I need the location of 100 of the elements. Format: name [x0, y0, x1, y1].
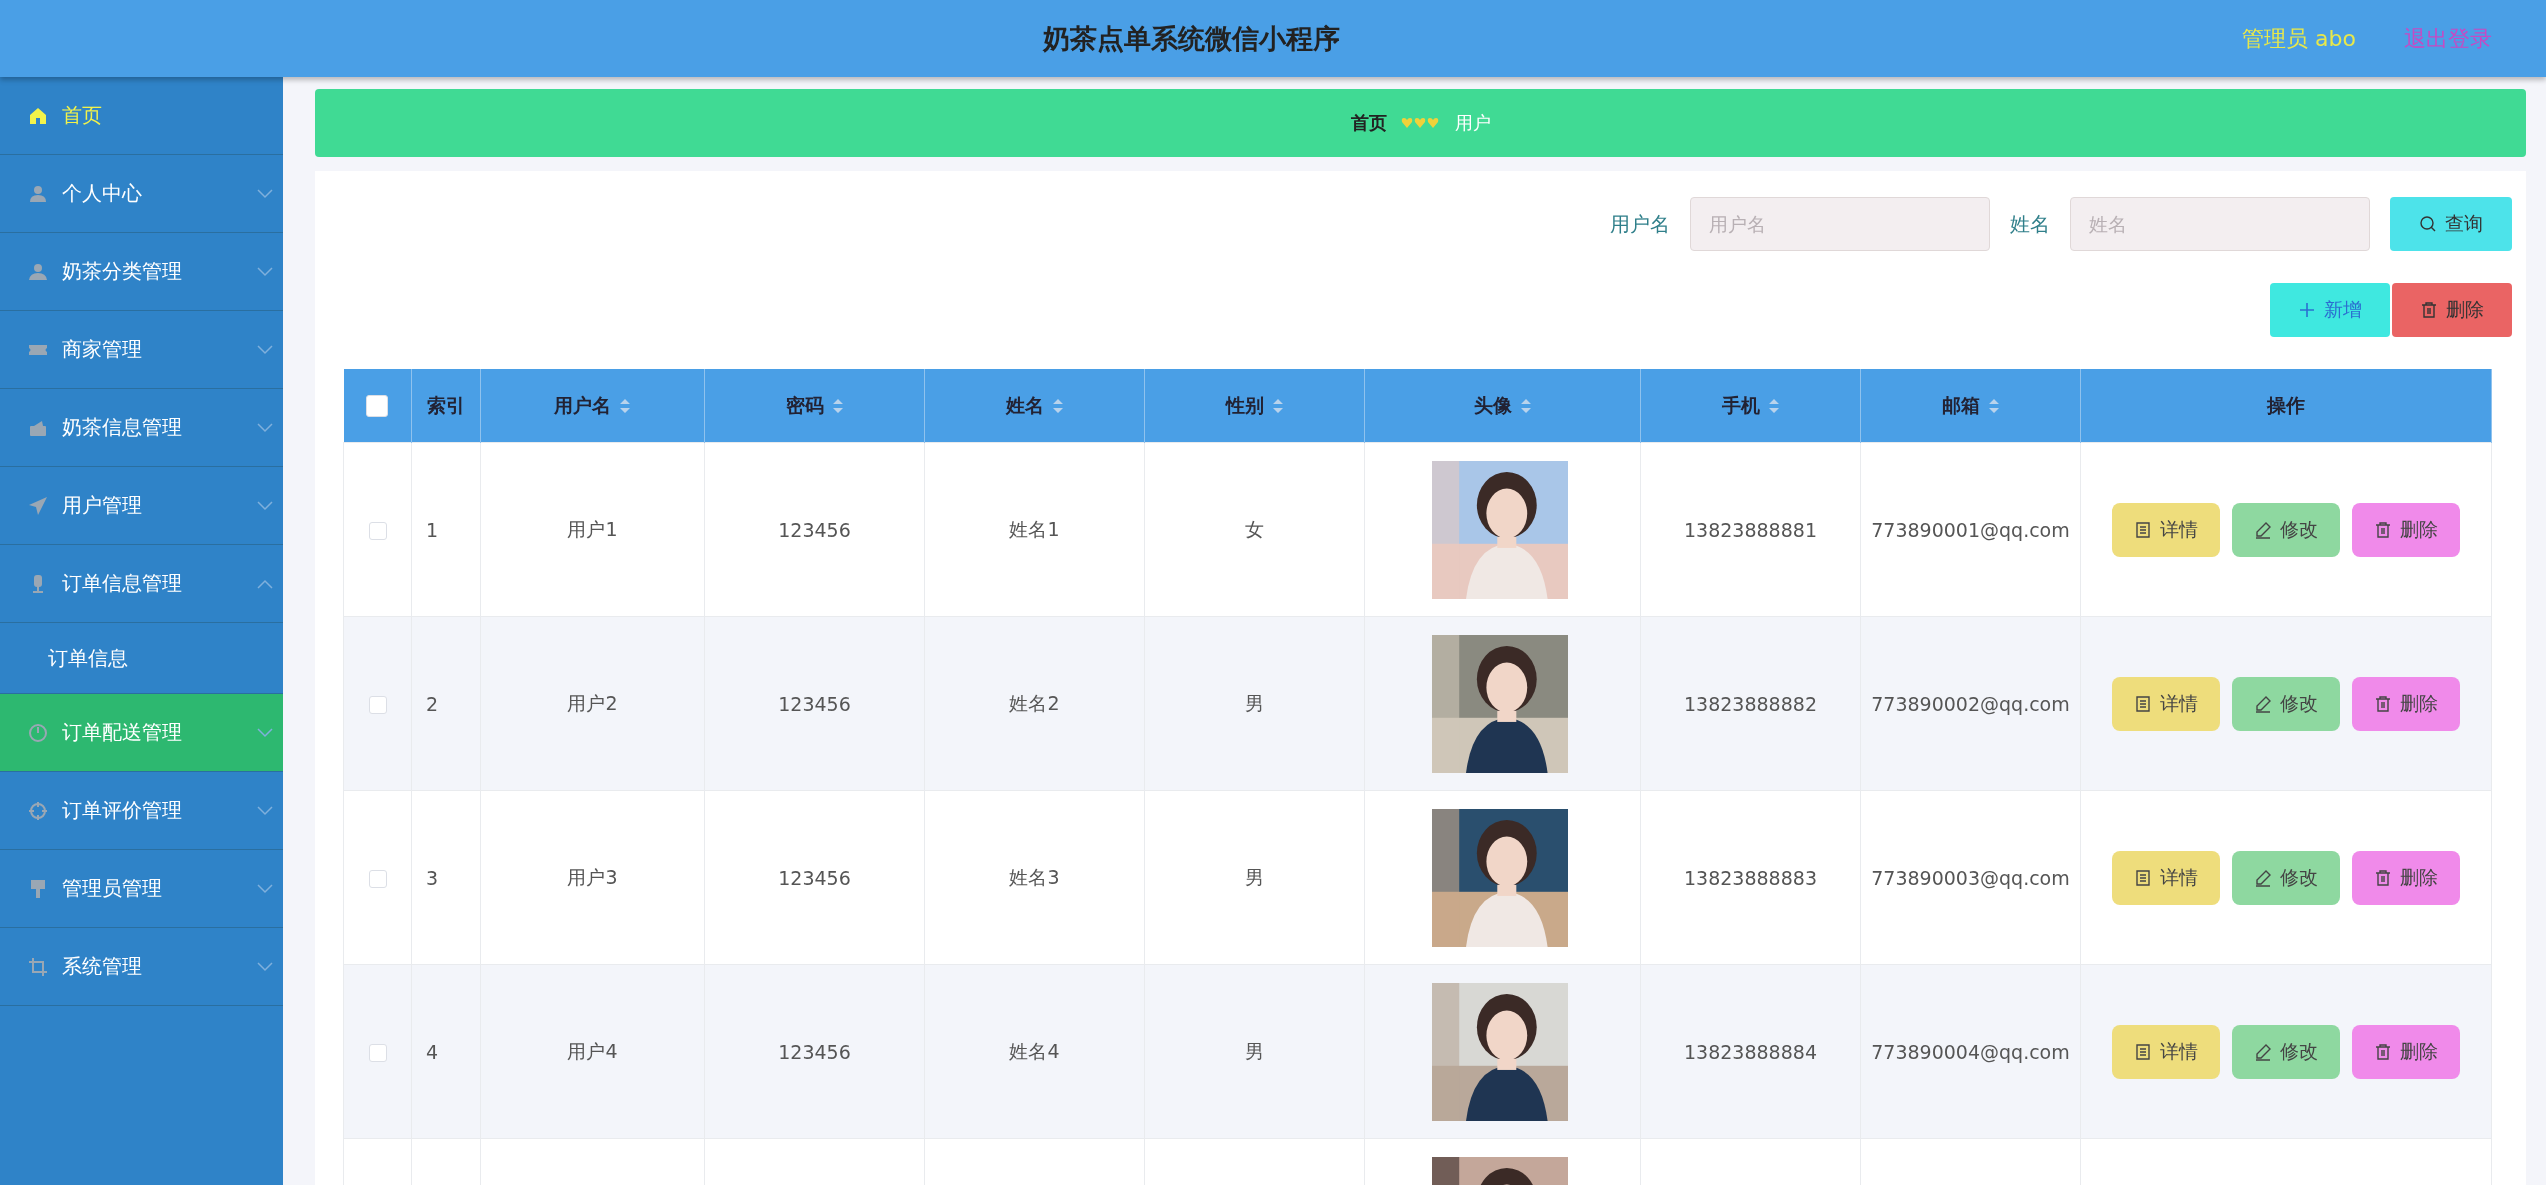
sidebar-item[interactable]: 奶茶信息管理: [0, 389, 283, 467]
sidebar-item[interactable]: 商家管理: [0, 311, 283, 389]
paper-plane-icon: [28, 495, 48, 516]
chevron-icon: [257, 188, 273, 199]
pencil-icon: [2254, 1042, 2272, 1061]
table-cell: 123456: [778, 518, 851, 541]
table-cell: 男: [1245, 691, 1264, 714]
column-header[interactable]: 姓名: [1005, 392, 1044, 419]
sidebar-item[interactable]: 系统管理: [0, 928, 283, 1006]
trash-icon: [2374, 520, 2392, 539]
person-icon: [28, 183, 48, 204]
pencil-icon: [2254, 520, 2272, 539]
table-cell: 3: [426, 866, 439, 889]
table-cell: 773890003@qq.com: [1871, 866, 2070, 889]
search-button[interactable]: 查询: [2390, 197, 2512, 251]
table-cell: 用户4: [567, 1039, 618, 1062]
delete-button[interactable]: 删除: [2392, 283, 2512, 337]
table-cell: 2: [426, 692, 439, 715]
search-field[interactable]: 姓名: [2070, 197, 2370, 251]
detail-button[interactable]: 详情: [2112, 502, 2220, 557]
sort-icon[interactable]: [831, 397, 844, 414]
table-cell: 13823888884: [1684, 1040, 1817, 1063]
column-header[interactable]: 手机: [1721, 392, 1760, 419]
plus-icon: [2298, 301, 2316, 319]
sort-icon[interactable]: [1051, 397, 1064, 414]
column-header[interactable]: 密码: [785, 392, 824, 419]
table-cell: 123456: [778, 866, 851, 889]
delete-button[interactable]: 删除: [2352, 850, 2460, 905]
sidebar-item[interactable]: 用户管理: [0, 467, 283, 545]
sidebar-item[interactable]: 奶茶分类管理: [0, 233, 283, 311]
pencil-icon: [2254, 694, 2272, 713]
app-title: 奶茶点单系统微信小程序: [1041, 21, 1341, 56]
sidebar-item[interactable]: 管理员管理: [0, 850, 283, 928]
chevron-icon: [257, 344, 273, 355]
table-cell: 姓名1: [1009, 517, 1060, 540]
table-cell: 男: [1245, 1039, 1264, 1062]
table-cell: 姓名2: [1009, 691, 1060, 714]
table-cell: 4: [426, 1040, 439, 1063]
row-checkbox[interactable]: [368, 1044, 387, 1062]
pencil-icon: [2254, 868, 2272, 887]
chevron-icon: [257, 883, 273, 894]
table-cell: 女: [1245, 517, 1264, 540]
table-cell: 用户1: [567, 517, 618, 540]
chevron-icon: [257, 266, 273, 277]
table-cell: 773890002@qq.com: [1871, 692, 2070, 715]
field-label: 姓名: [2010, 210, 2050, 238]
delete-button[interactable]: 删除: [2352, 676, 2460, 731]
detail-button[interactable]: 详情: [2112, 850, 2220, 905]
gauge-icon: [28, 722, 48, 743]
breadcrumb-current: 用户: [1454, 111, 1491, 135]
table-cell: 773890004@qq.com: [1871, 1040, 2070, 1063]
crosshair-icon: [28, 800, 48, 821]
sidebar-item[interactable]: 订单评价管理: [0, 772, 283, 850]
chevron-icon: [257, 578, 273, 589]
row-checkbox[interactable]: [368, 696, 387, 714]
search-icon: [2419, 215, 2437, 233]
sort-icon[interactable]: [1271, 397, 1284, 414]
sidebar-item[interactable]: 首页: [0, 77, 283, 155]
detail-button[interactable]: 详情: [2112, 676, 2220, 731]
hearts-icon: [1400, 117, 1441, 129]
sort-icon[interactable]: [619, 397, 631, 414]
document-icon: [2134, 694, 2152, 713]
column-header[interactable]: 用户名: [554, 392, 611, 419]
table-cell: 1: [426, 518, 439, 541]
table-cell: 13823888882: [1684, 692, 1817, 715]
select-all-checkbox[interactable]: [366, 395, 389, 418]
column-header[interactable]: 性别: [1225, 392, 1264, 419]
sidebar-item[interactable]: 订单信息管理: [0, 545, 283, 623]
user-label: 管理员 abo: [2242, 24, 2356, 53]
delete-button[interactable]: 删除: [2352, 502, 2460, 557]
edit-button[interactable]: 修改: [2232, 850, 2340, 905]
chevron-icon: [257, 727, 273, 738]
chevron-icon: [257, 422, 273, 433]
add-button[interactable]: 新增: [2270, 283, 2390, 337]
table-cell: 123456: [778, 692, 851, 715]
edit-button[interactable]: 修改: [2232, 1024, 2340, 1079]
chevron-icon: [257, 805, 273, 816]
edit-button[interactable]: 修改: [2232, 676, 2340, 731]
search-field[interactable]: 用户名: [1690, 197, 1990, 251]
detail-button[interactable]: 详情: [2112, 1024, 2220, 1079]
edit-button[interactable]: 修改: [2232, 502, 2340, 557]
row-checkbox[interactable]: [368, 870, 387, 888]
table-cell: 姓名4: [1009, 1039, 1060, 1062]
sort-icon[interactable]: [1519, 397, 1532, 414]
delete-button[interactable]: 删除: [2352, 1024, 2460, 1079]
trash-icon: [2374, 694, 2392, 713]
sort-icon[interactable]: [1767, 397, 1780, 414]
sidebar-item[interactable]: 个人中心: [0, 155, 283, 233]
table-cell: 用户2: [567, 691, 618, 714]
table-cell: 123456: [778, 1040, 851, 1063]
chevron-icon: [257, 961, 273, 972]
sidebar-item[interactable]: 订单配送管理: [0, 694, 283, 772]
column-header: 操作: [2267, 393, 2305, 416]
column-header[interactable]: 头像: [1473, 392, 1512, 419]
sort-icon[interactable]: [1987, 397, 2000, 414]
breadcrumb-link[interactable]: 首页: [1350, 111, 1387, 135]
row-checkbox[interactable]: [368, 522, 387, 540]
table-cell: 13823888881: [1684, 518, 1817, 541]
column-header[interactable]: 邮箱: [1941, 392, 1980, 419]
trash-icon: [2374, 1042, 2392, 1061]
